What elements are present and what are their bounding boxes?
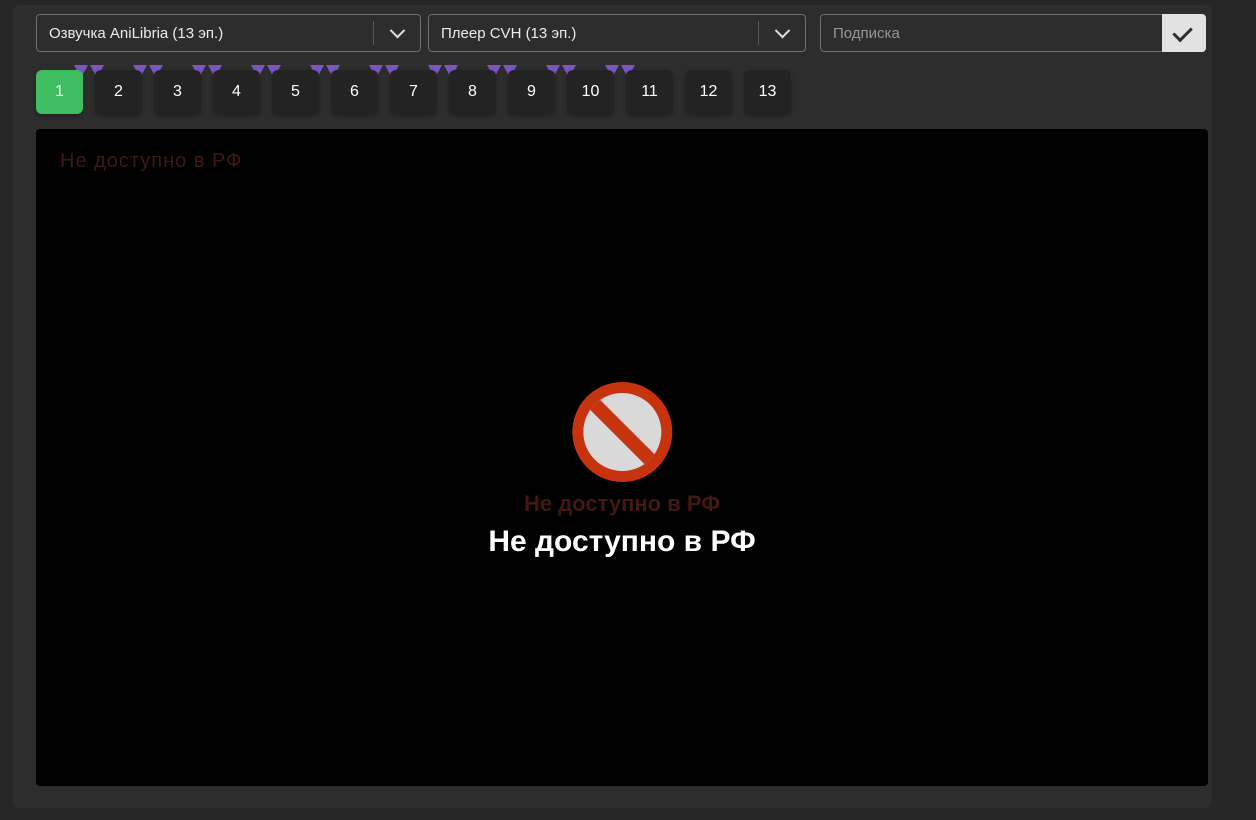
- no-entry-icon: [572, 382, 672, 482]
- episode-button-7[interactable]: 7: [390, 70, 437, 114]
- episode-button-5[interactable]: 5: [272, 70, 319, 114]
- voice-select[interactable]: Озвучка AniLibria (13 эп.): [36, 14, 421, 52]
- blocked-message: Не доступно в РФ: [488, 525, 756, 558]
- check-icon: [1172, 21, 1193, 42]
- content-card: Озвучка AniLibria (13 эп.) Плеер CVH (13…: [13, 5, 1212, 808]
- episode-button-6[interactable]: 6: [331, 70, 378, 114]
- episode-wrap: 2: [95, 65, 163, 114]
- blocked-overlay: Не доступно в РФ Не доступно в РФ: [488, 382, 756, 559]
- episode-wrap: 8: [449, 65, 517, 114]
- episode-wrap: 7: [390, 65, 458, 114]
- episode-button-13[interactable]: 13: [744, 70, 791, 114]
- subscription-group: [820, 14, 1206, 52]
- episode-button-9[interactable]: 9: [508, 70, 555, 114]
- player-corner-watermark: Не доступно в РФ: [60, 150, 243, 172]
- episode-wrap: 13: [744, 70, 791, 114]
- episode-wrap: 12: [685, 70, 732, 114]
- episode-wrap: 9: [508, 65, 576, 114]
- episode-button-12[interactable]: 12: [685, 70, 732, 114]
- subscription-input[interactable]: [820, 14, 1162, 52]
- episode-wrap: 5: [272, 65, 340, 114]
- episode-button-2[interactable]: 2: [95, 70, 142, 114]
- episode-button-4[interactable]: 4: [213, 70, 260, 114]
- episode-button-10[interactable]: 10: [567, 70, 614, 114]
- controls-row: Озвучка AniLibria (13 эп.) Плеер CVH (13…: [36, 14, 1212, 52]
- episode-wrap: 1: [36, 65, 104, 114]
- chevron-down-icon: [374, 22, 420, 39]
- episode-wrap: 10: [567, 65, 635, 114]
- episode-wrap: 4: [213, 65, 281, 114]
- subscribe-confirm-button[interactable]: [1162, 14, 1206, 52]
- episode-row: 1 2 3 4 5 6 7 8 9 10 11 12 13: [36, 65, 1212, 114]
- episode-wrap: 3: [154, 65, 222, 114]
- episode-wrap: 11: [626, 70, 673, 114]
- episode-button-8[interactable]: 8: [449, 70, 496, 114]
- episode-button-1[interactable]: 1: [36, 70, 83, 114]
- blocked-message-shadow: Не доступно в РФ: [523, 491, 721, 516]
- player-select[interactable]: Плеер CVH (13 эп.): [428, 14, 806, 52]
- voice-select-value: Озвучка AniLibria (13 эп.): [49, 24, 224, 42]
- episode-wrap: 6: [331, 65, 399, 114]
- chevron-down-icon: [759, 22, 805, 39]
- player-select-value: Плеер CVH (13 эп.): [441, 24, 577, 42]
- video-player-area[interactable]: Не доступно в РФ Не доступно в РФ Не дос…: [36, 129, 1208, 786]
- episode-button-3[interactable]: 3: [154, 70, 201, 114]
- episode-button-11[interactable]: 11: [626, 70, 673, 114]
